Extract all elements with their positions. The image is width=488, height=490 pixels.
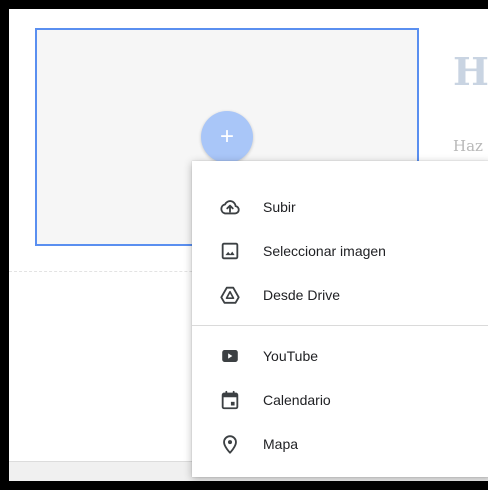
menu-item-label: Mapa — [263, 436, 299, 452]
cloud-upload-icon — [219, 196, 241, 218]
add-button[interactable]: + — [201, 111, 253, 163]
menu-item-label: YouTube — [263, 348, 319, 364]
map-pin-icon — [219, 433, 241, 455]
menu-divider — [192, 325, 488, 326]
page-title[interactable]: Ha — [453, 49, 488, 94]
menu-item-label: Subir — [263, 199, 296, 215]
menu-item-youtube[interactable]: YouTube — [192, 334, 488, 378]
youtube-icon — [219, 345, 241, 367]
menu-item-from-drive[interactable]: Desde Drive — [192, 273, 488, 317]
drive-icon — [219, 284, 241, 306]
calendar-icon — [219, 389, 241, 411]
image-icon — [219, 240, 241, 262]
menu-item-select-image[interactable]: Seleccionar imagen — [192, 229, 488, 273]
menu-item-upload[interactable]: Subir — [192, 185, 488, 229]
menu-item-map[interactable]: Mapa — [192, 422, 488, 466]
plus-icon: + — [219, 123, 234, 150]
menu-item-label: Desde Drive — [263, 287, 341, 303]
page-subtitle[interactable]: Haz — [453, 137, 483, 155]
insert-menu: Subir Seleccionar imagen Desde Drive You… — [192, 161, 488, 477]
menu-item-label: Seleccionar imagen — [263, 243, 386, 259]
menu-item-label: Calendario — [263, 392, 331, 408]
menu-item-calendar[interactable]: Calendario — [192, 378, 488, 422]
